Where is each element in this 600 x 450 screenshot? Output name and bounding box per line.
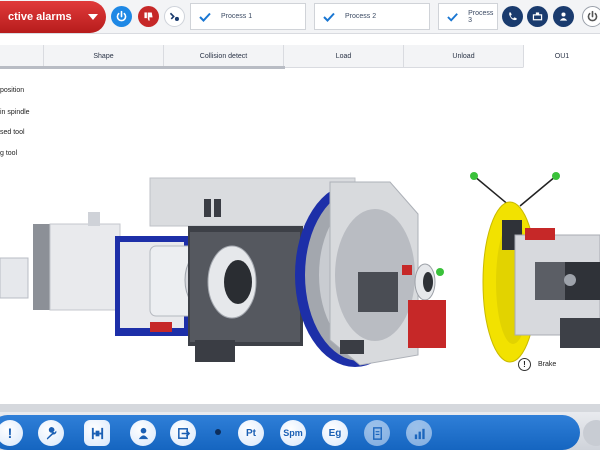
phone-icon (509, 12, 517, 21)
shutdown-button[interactable] (582, 6, 600, 27)
tab-scroll-indicator (0, 66, 285, 69)
tab-unload[interactable]: Unload (403, 45, 523, 68)
motor-cap (88, 212, 100, 226)
exit-icon (177, 427, 190, 439)
option-label: in spindle (0, 109, 30, 116)
option-label: g tool (0, 150, 18, 157)
exit-button[interactable] (170, 420, 196, 446)
spindle-bore (224, 260, 252, 304)
brake-bolt (564, 274, 576, 286)
check-icon (447, 12, 458, 22)
option-in-spindle: in spindle (0, 109, 30, 116)
sensor-led (552, 172, 560, 180)
sensor-led (470, 172, 478, 180)
brake-status: ! Brake (518, 358, 556, 371)
base-block (195, 340, 235, 362)
process-tab-1[interactable]: Process 1 (190, 3, 306, 30)
motor-housing (49, 223, 121, 311)
thumbs-down-icon (144, 12, 153, 21)
power-icon (116, 10, 127, 22)
wrench-icon (46, 426, 56, 440)
option-tool: g tool (0, 150, 17, 157)
base-block (340, 340, 364, 354)
top-bar: ctive alarms Process 1 Process 2 Process… (0, 0, 600, 34)
eg-icon: Eg (328, 427, 342, 439)
option-label: sed tool (0, 129, 25, 136)
tab-label: Unload (452, 53, 475, 60)
red-valve (525, 228, 555, 240)
phone-button[interactable] (502, 6, 523, 27)
chart-icon (414, 428, 425, 439)
user-icon (559, 12, 568, 21)
tab-label: Collision detect (199, 53, 248, 60)
view-tabs: Shape Collision detect Load Unload OU1 (0, 45, 600, 68)
active-alarms-button[interactable]: ctive alarms (0, 1, 106, 33)
bolt (214, 199, 221, 217)
bottom-separator (0, 404, 600, 412)
machine-icon (532, 12, 543, 21)
machine-button[interactable] (527, 6, 548, 27)
tool-unit (358, 272, 398, 312)
red-fitting (150, 322, 172, 332)
chart-button[interactable] (406, 420, 432, 446)
check-icon (323, 12, 335, 22)
tools-button[interactable] (164, 6, 185, 27)
option-position: position (0, 87, 24, 94)
green-fitting (436, 268, 444, 276)
user-button[interactable] (553, 6, 574, 27)
tools-icon (169, 12, 179, 21)
red-block (408, 300, 446, 348)
process-tab-label: Process 1 (221, 13, 253, 20)
back-plate (33, 224, 51, 310)
option-used-tool: sed tool (0, 129, 25, 136)
process-tab-2[interactable]: Process 2 (314, 3, 430, 30)
active-alarms-label: ctive alarms (8, 11, 72, 23)
brake-arm (519, 175, 557, 207)
tab-load[interactable]: Load (283, 45, 403, 68)
option-label: position (0, 87, 25, 94)
brake-cylinder (535, 262, 565, 300)
operator-button[interactable] (130, 420, 156, 446)
chevron-down-icon (88, 14, 98, 20)
gripper-icon (91, 427, 103, 439)
check-icon (199, 12, 211, 22)
eg-button[interactable]: Eg (322, 420, 348, 446)
process-tab-3[interactable]: Process 3 (438, 3, 498, 30)
document-icon (372, 426, 382, 440)
tab-ou1[interactable]: OU1 (523, 45, 600, 68)
tab-label: Load (335, 53, 352, 60)
pt-button[interactable]: Pt (238, 420, 264, 446)
brake-label: Brake (538, 361, 557, 368)
page-dot (215, 429, 221, 435)
spm-icon: Spm (283, 428, 303, 438)
machine-3d-view (0, 172, 600, 367)
operator-icon (138, 427, 148, 439)
alert-icon: ! (7, 425, 13, 441)
shaft-stub (0, 257, 29, 299)
reject-button[interactable] (138, 6, 159, 27)
power-off-icon (587, 10, 598, 22)
brake-arm (473, 175, 511, 207)
brake-indicator-icon: ! (518, 358, 531, 371)
bolt (204, 199, 211, 217)
tab-shape[interactable]: Shape (43, 45, 163, 68)
tool-bore (423, 272, 433, 292)
tab-label: OU1 (554, 52, 570, 60)
red-connector (402, 265, 412, 275)
pt-icon: Pt (246, 427, 256, 439)
process-tab-label: Process 3 (468, 9, 494, 24)
spm-button[interactable]: Spm (280, 420, 306, 446)
brake-base (560, 318, 600, 348)
tab-spacer (0, 45, 43, 68)
power-button[interactable] (111, 6, 132, 27)
maintenance-button[interactable] (38, 420, 64, 446)
document-button[interactable] (364, 420, 390, 446)
tab-label: Shape (93, 53, 114, 60)
process-tab-label: Process 2 (345, 13, 377, 20)
gripper-button[interactable] (84, 420, 110, 446)
tab-collision-detect[interactable]: Collision detect (163, 45, 283, 68)
app-window: ctive alarms Process 1 Process 2 Process… (0, 0, 600, 450)
